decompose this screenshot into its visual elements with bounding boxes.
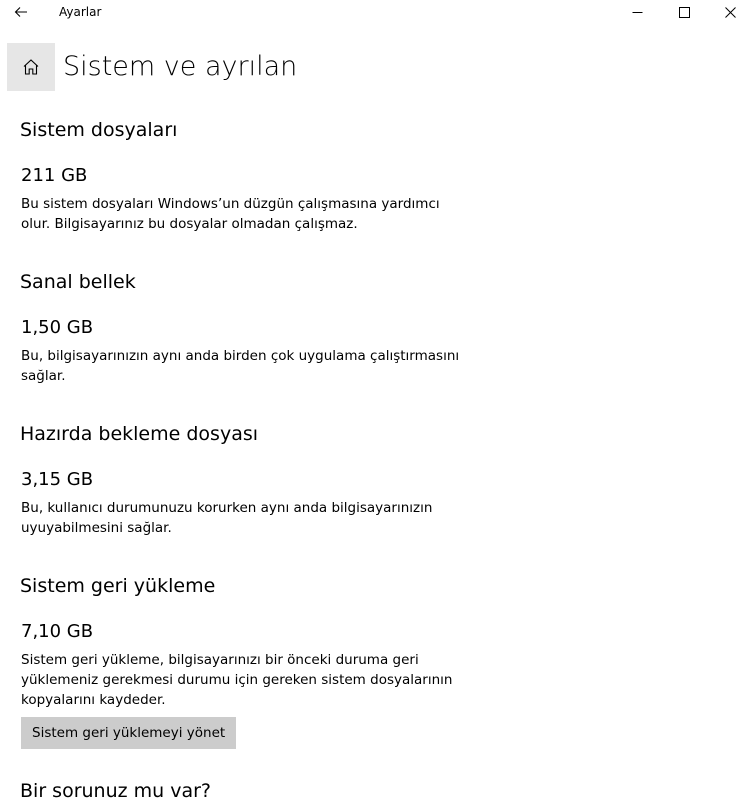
size-value: 1,50 GB (21, 317, 94, 338)
home-button[interactable] (7, 43, 55, 91)
size-value: 7,10 GB (21, 621, 94, 642)
size-value: 3,15 GB (21, 469, 94, 490)
close-button[interactable] (707, 0, 747, 24)
section-description: Bu sistem dosyaları Windows’un düzgün ça… (21, 196, 440, 232)
page-title: Sistem ve ayrılan (63, 51, 298, 82)
content-area: Sistem dosyaları 211 GB Bu sistem dosyal… (20, 116, 480, 805)
close-icon (724, 6, 736, 18)
maximize-button[interactable] (661, 0, 707, 24)
section-title: Hazırda bekleme dosyası (20, 423, 259, 445)
size-value: 211 GB (21, 165, 88, 186)
back-button[interactable] (6, 0, 36, 24)
section-title: Sanal bellek (20, 271, 136, 293)
maximize-icon (678, 6, 690, 18)
minimize-button[interactable] (614, 0, 660, 24)
section-description: Bu, kullanıcı durumunuzu korurken aynı a… (21, 500, 433, 536)
home-icon (23, 59, 39, 75)
section-title: Sistem geri yükleme (20, 575, 216, 597)
section-title: Sistem dosyaları (20, 119, 178, 141)
title-bar: Ayarlar (0, 0, 747, 24)
help-section-title: Bir sorunuz mu var? (20, 780, 212, 802)
section-description: Bu, bilgisayarınızın aynı anda birden ço… (21, 348, 460, 384)
app-title: Ayarlar (59, 5, 102, 19)
section-virtual-memory: Sanal bellek 1,50 GB Bu, bilgisayarınızı… (20, 268, 480, 386)
manage-system-restore-button[interactable]: Sistem geri yüklemeyi yönet (21, 717, 237, 749)
section-system-files: Sistem dosyaları 211 GB Bu sistem dosyal… (20, 116, 480, 234)
section-hibernation-file: Hazırda bekleme dosyası 3,15 GB Bu, kull… (20, 420, 480, 538)
section-description: Sistem geri yükleme, bilgisayarınızı bir… (21, 652, 453, 708)
minimize-icon (632, 11, 642, 13)
section-system-restore: Sistem geri yükleme 7,10 GB Sistem geri … (20, 572, 480, 749)
back-arrow-icon (14, 7, 27, 17)
